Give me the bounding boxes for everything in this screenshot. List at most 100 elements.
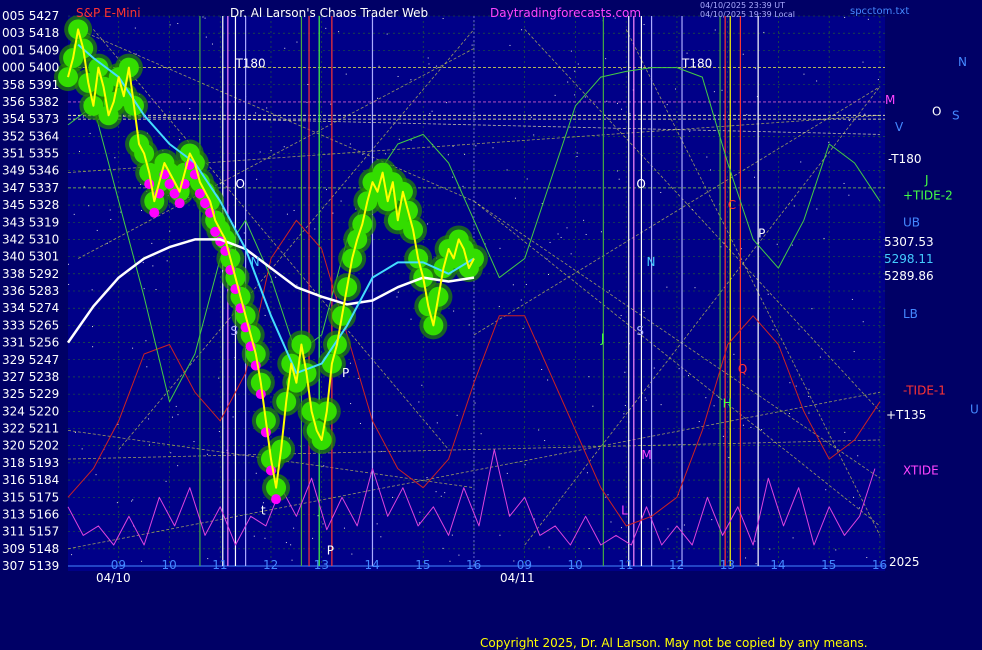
star-dot [851,298,853,300]
star-dot [170,452,172,454]
star-dot [207,558,209,560]
symbol-title: S&P E-Mini [76,6,141,20]
star-dot [165,480,167,482]
star-dot [175,405,177,407]
right-label: LB [903,307,918,321]
star-dot [530,116,532,118]
star-dot [867,18,869,20]
chart-annotation: T180 [234,57,265,71]
x-tick-label: 09 [517,558,532,572]
star-dot [648,386,650,388]
star-dot [148,444,150,446]
star-dot [312,537,314,539]
star-dot [819,356,821,358]
star-dot [823,237,825,239]
star-dot [549,241,551,243]
star-dot [754,176,756,178]
star-dot [134,27,136,29]
star-dot [866,557,868,559]
star-dot [322,523,324,525]
y-label: 358 5391 [2,78,59,92]
chart-annotation: H [723,396,732,410]
star-dot [506,169,508,171]
star-dot [317,515,319,517]
star-dot [189,108,191,110]
star-dot [713,405,715,407]
star-dot [145,340,147,342]
star-dot [606,100,608,102]
star-dot [428,63,430,65]
star-dot [325,189,327,191]
timestamp-ut: 04/10/2025 23:39 UT [700,1,785,10]
y-label: 336 5283 [2,284,59,298]
star-dot [660,191,662,193]
chart-annotation: t [261,503,266,517]
star-dot [351,553,353,555]
price-value-label: 5307.53 [884,235,934,249]
star-dot [798,328,800,330]
star-dot [512,284,514,286]
y-label: 325 5229 [2,387,59,401]
y-label: 343 5319 [2,215,59,229]
chaos-chart: 005 5427 003 5418 001 5409 000 5400 358 5391… [0,0,982,650]
star-dot [566,227,568,229]
x-tick-label: 13 [314,558,329,572]
star-dot [204,17,206,19]
star-dot [89,132,91,134]
star-dot [852,496,854,498]
star-dot [769,548,771,550]
star-dot [624,371,626,373]
star-dot [557,233,559,235]
star-dot [710,169,712,171]
y-label: 327 5238 [2,370,59,384]
star-dot [828,141,830,143]
star-dot [68,263,70,265]
right-label: +T135 [886,408,926,422]
star-dot [380,536,382,538]
star-dot [767,293,769,295]
right-label: V [895,120,904,134]
star-dot [218,377,220,379]
star-dot [296,284,298,286]
star-dot [253,535,255,537]
star-dot [193,441,195,443]
magenta-dot [271,494,282,505]
chart-annotation: N [251,255,260,269]
star-dot [686,52,688,54]
star-dot [713,91,715,93]
star-dot [256,178,258,180]
x-tick-label: 10 [567,558,582,572]
star-dot [453,310,455,312]
star-dot [848,120,850,122]
star-dot [376,523,378,525]
date-label: 04/10 [96,571,131,585]
site-link[interactable]: Daytradingforecasts.com [490,6,641,20]
star-dot [607,494,609,496]
x-tick-label: 16 [466,558,481,572]
star-dot [808,395,810,397]
chart-annotation: T180 [681,57,712,71]
star-dot [92,326,94,328]
chart-annotation: Q [738,362,747,376]
star-dot [114,157,116,159]
right-label: M [885,93,895,107]
star-dot [96,229,98,231]
star-dot [877,79,879,81]
magenta-dot [174,198,185,209]
right-label: J [924,173,929,187]
star-dot [706,156,708,158]
y-label: 005 5427 [2,9,59,23]
star-dot [544,440,546,442]
star-dot [761,429,763,431]
star-dot [146,366,148,368]
y-label: 322 5211 [2,422,59,436]
star-dot [464,153,466,155]
star-dot [689,130,691,132]
star-dot [290,544,292,546]
chart-annotation: C [728,198,736,212]
star-dot [754,540,756,542]
star-dot [576,155,578,157]
star-dot [795,385,797,387]
right-label: 2025 [889,555,920,569]
star-dot [116,502,118,504]
